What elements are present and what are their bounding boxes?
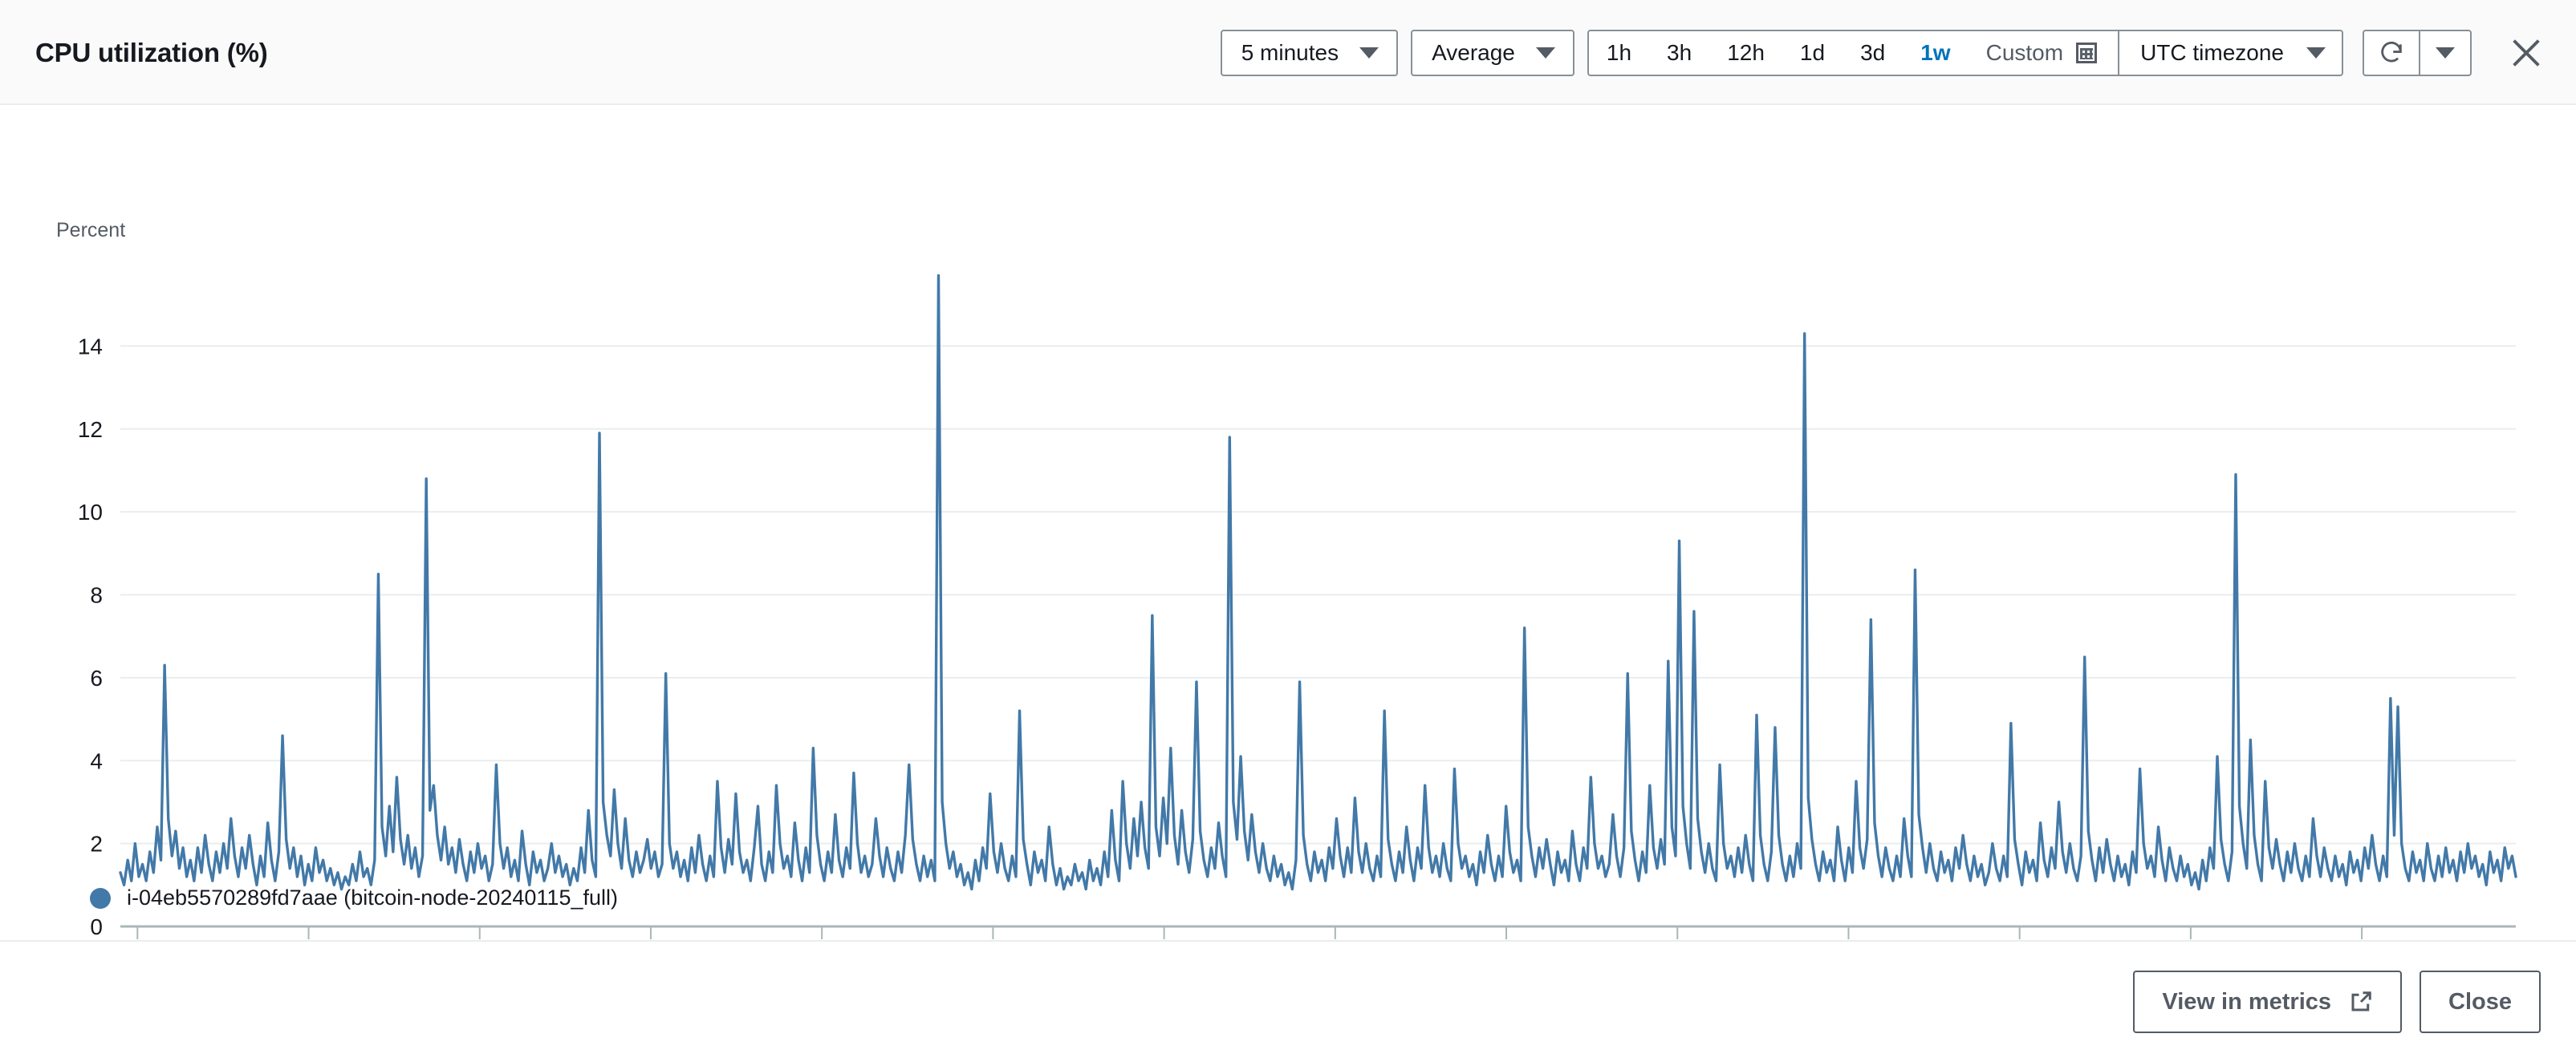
chevron-down-icon	[1359, 47, 1379, 59]
y-axis-tick-label: 0	[90, 914, 103, 939]
range-1d[interactable]: 1d	[1782, 31, 1843, 75]
range-3d[interactable]: 3d	[1843, 31, 1903, 75]
y-axis-tick-label: 12	[78, 417, 103, 442]
cpu-utilization-line-chart[interactable]: 0246810121401/1801/1901/1901/2001/2001/2…	[0, 107, 2576, 948]
view-in-metrics-button[interactable]: View in metrics	[2133, 971, 2402, 1033]
footer-actions: View in metrics Close	[2133, 971, 2541, 1033]
legend-label: i-04eb5570289fd7aae (bitcoin-node-202401…	[127, 886, 618, 910]
panel-toolbar: 5 minutes Average 1h 3h 12h 1d 3d 1w Cus…	[1221, 0, 2547, 105]
refresh-button[interactable]	[2363, 30, 2419, 76]
period-dropdown[interactable]: 5 minutes	[1221, 30, 1398, 76]
series-line	[120, 276, 2516, 890]
custom-range-button[interactable]: Custom	[1969, 31, 2118, 75]
period-dropdown-label: 5 minutes	[1241, 40, 1339, 66]
range-1h[interactable]: 1h	[1589, 31, 1649, 75]
panel-header: CPU utilization (%) 5 minutes Average 1h…	[0, 0, 2576, 105]
chevron-down-icon	[1536, 47, 1555, 59]
chevron-down-icon	[2436, 47, 2455, 59]
statistic-dropdown-label: Average	[1432, 40, 1515, 66]
chart-legend-item[interactable]: i-04eb5570289fd7aae (bitcoin-node-202401…	[90, 886, 618, 910]
statistic-dropdown[interactable]: Average	[1411, 30, 1574, 76]
chevron-down-icon	[2306, 47, 2326, 59]
range-12h[interactable]: 12h	[1709, 31, 1782, 75]
refresh-control-group	[2363, 30, 2472, 76]
timezone-dropdown-label: UTC timezone	[2140, 40, 2284, 66]
timezone-dropdown[interactable]: UTC timezone	[2119, 31, 2342, 75]
range-1w[interactable]: 1w	[1903, 31, 1968, 75]
refresh-icon	[2378, 39, 2405, 67]
y-axis-tick-label: 2	[90, 832, 103, 857]
y-axis-tick-label: 14	[78, 334, 103, 359]
chart-body: Percent 0246810121401/1801/1901/1901/200…	[0, 107, 2576, 948]
custom-range-label: Custom	[1986, 40, 2063, 66]
close-panel-button[interactable]	[2505, 32, 2547, 74]
refresh-options-button[interactable]	[2419, 30, 2472, 76]
close-icon	[2508, 34, 2545, 71]
panel-footer: View in metrics Close	[0, 940, 2576, 1062]
y-axis-tick-label: 10	[78, 500, 103, 525]
range-3h[interactable]: 3h	[1649, 31, 1709, 75]
page-title: CPU utilization (%)	[35, 38, 268, 68]
y-axis-tick-label: 4	[90, 748, 103, 773]
external-link-icon	[2349, 990, 2373, 1014]
chart-canvas[interactable]: 0246810121401/1801/1901/1901/2001/2001/2…	[0, 107, 2576, 948]
calendar-icon	[2076, 43, 2097, 63]
y-axis-tick-label: 6	[90, 666, 103, 691]
panel-header-left: CPU utilization (%)	[35, 0, 268, 105]
time-range-selector: 1h 3h 12h 1d 3d 1w Custom UTC timezone	[1587, 30, 2343, 76]
close-button[interactable]: Close	[2420, 971, 2541, 1033]
view-in-metrics-label: View in metrics	[2162, 989, 2331, 1015]
y-axis-tick-label: 8	[90, 583, 103, 608]
legend-color-swatch	[90, 888, 111, 909]
